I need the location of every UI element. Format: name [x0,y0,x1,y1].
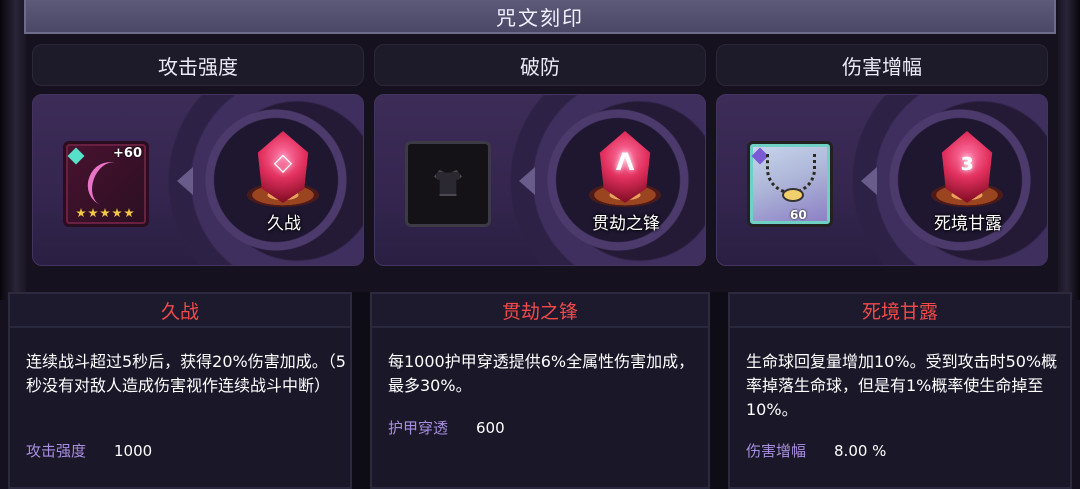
gem-icon [67,147,85,165]
rune-crystal-icon[interactable]: Λ [589,131,661,211]
frame-border-right [1058,0,1080,300]
empty-armor-slot[interactable] [405,141,491,227]
bow-icon [81,156,135,212]
tooltip-rune-2: 贯劫之锋 每1000护甲穿透提供6%全属性伤害加成，最多30%。 护甲穿透 600 [370,292,710,489]
star-icon [112,208,122,218]
stat-label: 攻击强度 [26,442,87,460]
star-icon [124,208,134,218]
star-icon [88,208,98,218]
necklace-item-slot[interactable]: 60 [747,141,833,227]
column-header: 攻击强度 [32,44,364,86]
rune-slot-area: Λ 贯劫之锋 [374,94,706,266]
weapon-item-slot[interactable]: +60 [63,141,149,227]
stat-value: 8.00 % [834,442,887,460]
rune-column-attack-power: 攻击强度 +60 ◇ 久战 [32,44,364,266]
frame-border-left [0,0,26,300]
rune-column-damage-amp: 伤害增幅 60 ɜ 死境甘露 [716,44,1048,266]
tooltip-description: 连续战斗超过5秒后，获得20%伤害加成。（5秒没有对敌人造成伤害视作连续战斗中断… [26,352,346,395]
star-rating [76,208,134,218]
tooltip-divider [710,292,728,489]
rune-glyph: ɜ [960,148,974,176]
column-header: 破防 [374,44,706,86]
tooltip-description: 每1000护甲穿透提供6%全属性伤害加成，最多30%。 [388,352,695,395]
rune-engraving-panel: 咒文刻印 攻击强度 +60 ◇ 久战 破防 Λ 贯劫之锋 伤害增幅 60 ɜ 死… [0,0,1080,489]
rune-crystal-icon[interactable]: ◇ [247,131,319,211]
rune-column-armor-break: 破防 Λ 贯劫之锋 [374,44,706,266]
tooltip-rune-1: 久战 连续战斗超过5秒后，获得20%伤害加成。（5秒没有对敌人造成伤害视作连续战… [8,292,352,489]
arrow-left-icon [177,167,193,195]
stat-label: 护甲穿透 [388,419,449,437]
enhance-level: +60 [113,146,142,161]
rune-name: 死境甘露 [934,214,1002,234]
item-level: 60 [790,208,807,222]
column-header: 伤害增幅 [716,44,1048,86]
tooltip-description: 生命球回复量增加10%。受到攻击时50%概率掉落生命球，但是有1%概率使生命掉至… [746,352,1058,419]
rune-name: 贯劫之锋 [592,214,660,234]
pendant-icon [782,188,804,202]
arrow-left-icon [519,167,535,195]
star-icon [76,208,86,218]
rune-slot-area: +60 ◇ 久战 [32,94,364,266]
rune-glyph: Λ [615,148,635,176]
rune-slot-area: 60 ɜ 死境甘露 [716,94,1048,266]
tooltip-title: 贯劫之锋 [372,294,708,328]
armor-placeholder-icon [434,170,462,196]
tooltip-title: 久战 [10,294,350,328]
panel-title-bar: 咒文刻印 [24,0,1056,34]
rune-crystal-icon[interactable]: ɜ [931,131,1003,211]
tooltip-stat: 伤害增幅 8.00 % [746,440,886,461]
rune-name: 久战 [267,214,301,234]
arrow-left-icon [861,167,877,195]
panel-title: 咒文刻印 [496,5,584,30]
tooltip-stat: 攻击强度 1000 [26,440,152,461]
stat-value: 1000 [114,442,153,460]
rune-glyph: ◇ [273,148,293,176]
tooltip-divider [352,292,370,489]
tooltip-title: 死境甘露 [730,294,1070,328]
star-icon [100,208,110,218]
stat-label: 伤害增幅 [746,442,807,460]
tooltip-rune-3: 死境甘露 生命球回复量增加10%。受到攻击时50%概率掉落生命球，但是有1%概率… [728,292,1072,489]
stat-value: 600 [476,419,505,437]
tooltip-stat: 护甲穿透 600 [388,417,505,438]
